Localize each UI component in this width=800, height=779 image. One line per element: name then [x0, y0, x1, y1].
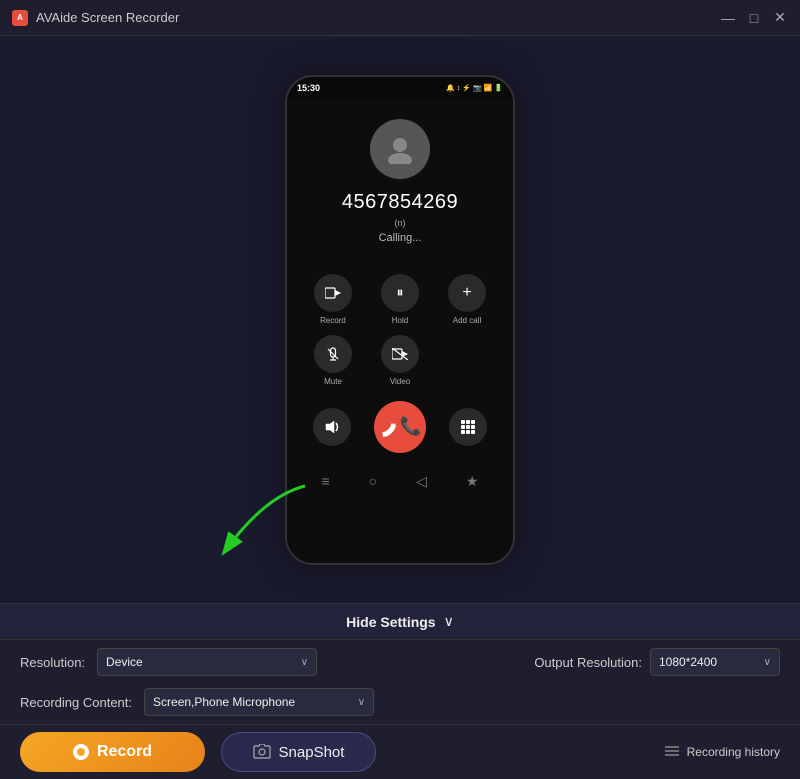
output-resolution-arrow-icon: ∨	[764, 657, 771, 668]
nav-recent-icon: ★	[466, 473, 479, 490]
chevron-down-icon: ∨	[444, 613, 454, 630]
resolution-arrow-icon: ∨	[301, 657, 308, 668]
record-ctrl[interactable]: Record	[302, 274, 364, 325]
call-controls-grid: Record ⏸ Hold + Add call	[302, 274, 498, 386]
snapshot-button[interactable]: SnapShot	[221, 732, 376, 772]
history-icon	[663, 744, 681, 760]
recording-content-select[interactable]: Screen,Phone Microphone ∨	[144, 688, 374, 716]
recording-content-label: Recording Content:	[20, 695, 132, 710]
output-resolution-select[interactable]: 1080*2400 ∨	[650, 648, 780, 676]
mute-ctrl-label: Mute	[324, 377, 342, 386]
camera-icon	[253, 744, 271, 760]
hold-ctrl[interactable]: ⏸ Hold	[369, 274, 431, 325]
recording-content-arrow-icon: ∨	[358, 697, 365, 708]
caller-tag: (n)	[395, 218, 406, 228]
video-ctrl-label: Video	[390, 377, 410, 386]
history-button-label: Recording history	[687, 745, 780, 759]
output-resolution-value: 1080*2400	[659, 655, 717, 669]
call-status: Calling...	[379, 232, 422, 244]
resolution-select[interactable]: Device ∨	[97, 648, 317, 676]
phone-screen: 15:30 🔔 ↕ ⚡ 📷 📶 🔋 4567854269 (n) Cal	[285, 75, 515, 565]
output-resolution-section: Output Resolution: 1080*2400 ∨	[534, 648, 780, 676]
status-bar: 15:30 🔔 ↕ ⚡ 📷 📶 🔋	[287, 77, 513, 99]
mute-ctrl[interactable]: Mute	[302, 335, 364, 386]
title-bar: A AVAide Screen Recorder — □ ✕	[0, 0, 800, 36]
end-call-btn[interactable]: 📞	[374, 401, 426, 453]
snapshot-button-label: SnapShot	[279, 744, 345, 761]
record-ctrl-label: Record	[320, 316, 346, 325]
addcall-ctrl-label: Add call	[453, 316, 481, 325]
call-actions: 📞	[302, 401, 498, 453]
nav-home-icon: ○	[369, 473, 377, 489]
main-content: 15:30 🔔 ↕ ⚡ 📷 📶 🔋 4567854269 (n) Cal	[0, 36, 800, 779]
output-resolution-label: Output Resolution:	[534, 655, 642, 670]
resolution-value: Device	[106, 655, 143, 669]
app-icon: A	[12, 10, 28, 26]
nav-back-icon: ◁	[416, 473, 427, 490]
keypad-btn[interactable]	[449, 408, 487, 446]
window-controls: — □ ✕	[720, 10, 788, 26]
resolution-label: Resolution:	[20, 655, 85, 670]
record-button-label: Record	[97, 743, 152, 761]
addcall-ctrl-icon: +	[448, 274, 486, 312]
record-ctrl-icon	[314, 274, 352, 312]
record-button[interactable]: Record	[20, 732, 205, 772]
hold-ctrl-label: Hold	[392, 316, 408, 325]
caller-number: 4567854269	[342, 191, 458, 214]
video-ctrl[interactable]: Video	[369, 335, 431, 386]
hold-ctrl-icon: ⏸	[381, 274, 419, 312]
speaker-btn[interactable]	[313, 408, 351, 446]
video-ctrl-icon	[381, 335, 419, 373]
nav-menu-icon: ≡	[322, 473, 330, 489]
maximize-button[interactable]: □	[746, 10, 762, 26]
action-bar: Record SnapShot Recording history	[0, 724, 800, 779]
status-icons: 🔔 ↕ ⚡ 📷 📶 🔋	[446, 84, 503, 92]
status-time: 15:30	[297, 83, 320, 93]
hide-settings-bar[interactable]: Hide Settings ∨	[0, 604, 800, 640]
hide-settings-label: Hide Settings	[346, 614, 435, 630]
record-dot-icon	[73, 744, 89, 760]
recording-content-value: Screen,Phone Microphone	[153, 695, 295, 709]
settings-row-1: Resolution: Device ∨ Output Resolution: …	[0, 640, 800, 684]
addcall-ctrl[interactable]: + Add call	[436, 274, 498, 325]
recording-history-button[interactable]: Recording history	[663, 744, 780, 760]
settings-panel: Hide Settings ∨ Resolution: Device ∨ Out…	[0, 603, 800, 779]
app-title: AVAide Screen Recorder	[36, 10, 179, 25]
minimize-button[interactable]: —	[720, 10, 736, 26]
call-screen: 4567854269 (n) Calling... Record	[287, 99, 513, 563]
title-bar-left: A AVAide Screen Recorder	[12, 10, 179, 26]
nav-bar: ≡ ○ ◁ ★	[302, 468, 498, 495]
settings-row-2: Recording Content: Screen,Phone Micropho…	[0, 684, 800, 724]
mute-ctrl-icon	[314, 335, 352, 373]
caller-avatar	[370, 119, 430, 179]
phone-container: 15:30 🔔 ↕ ⚡ 📷 📶 🔋 4567854269 (n) Cal	[0, 36, 800, 603]
close-button[interactable]: ✕	[772, 10, 788, 26]
